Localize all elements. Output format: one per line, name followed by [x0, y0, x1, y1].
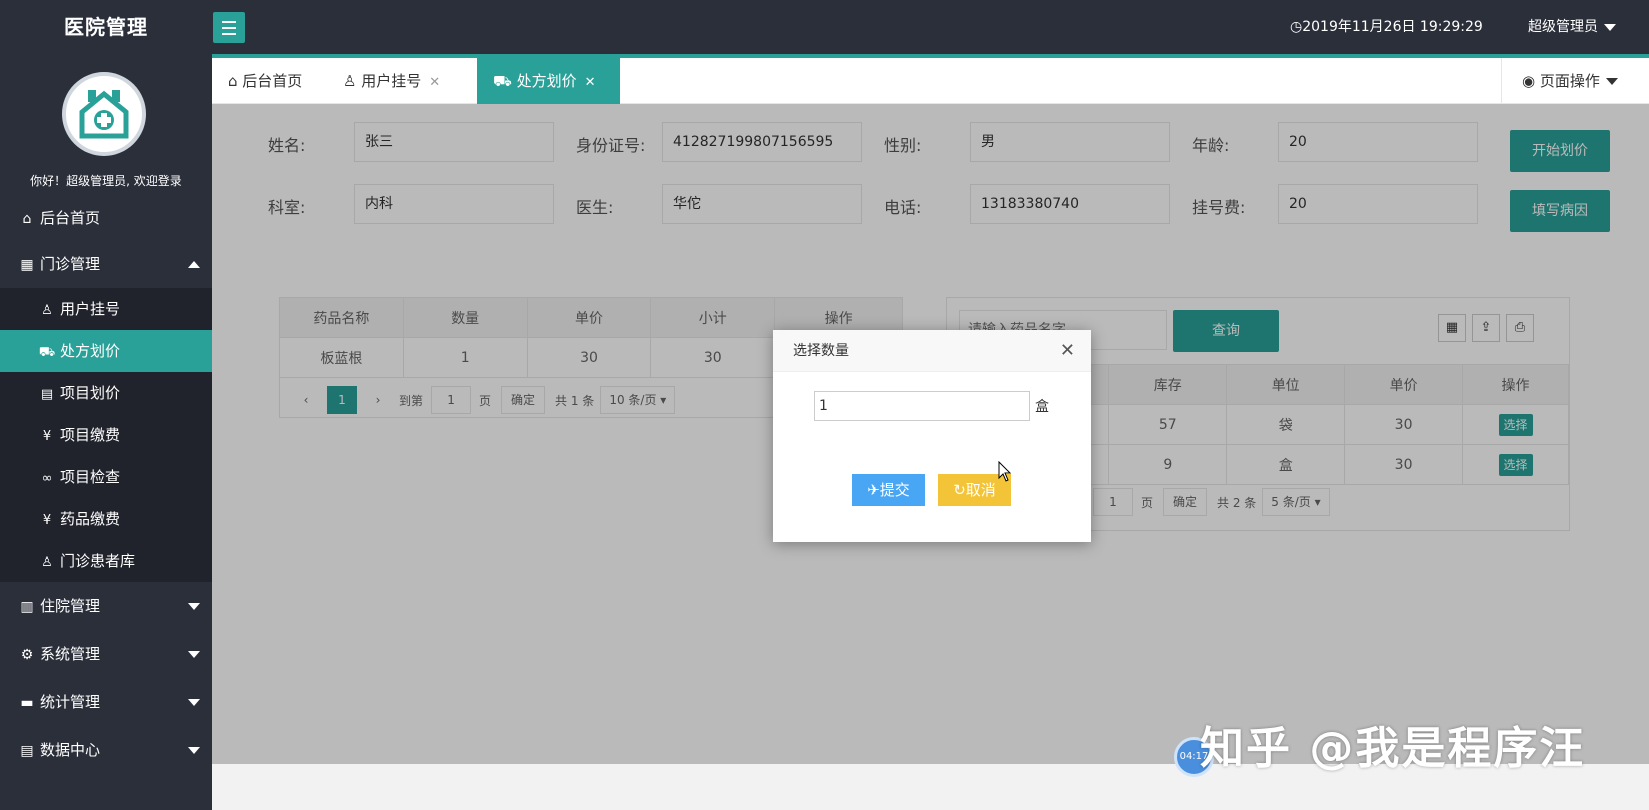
close-icon[interactable]: ✕ — [1060, 330, 1075, 372]
home-icon: ⌂ — [228, 72, 243, 90]
cart-icon: ⛟ — [493, 72, 517, 90]
sidebar-item-label: 门诊管理 — [40, 255, 101, 273]
tab-label: 处方划价 — [516, 72, 577, 90]
mouse-cursor-icon — [998, 461, 1012, 482]
sidebar-item-outpatient[interactable]: ▦ 门诊管理 — [0, 242, 212, 286]
sidebar-item-prescription-pricing[interactable]: ⛟ 处方划价 — [0, 330, 212, 372]
sidebar-item-patient-library[interactable]: ♙ 门诊患者库 — [0, 540, 212, 582]
sidebar-item-registration[interactable]: ♙ 用户挂号 — [0, 288, 212, 330]
chevron-down-icon — [1605, 78, 1618, 85]
sidebar-item-label: 统计管理 — [40, 693, 101, 711]
sidebar-item-label: 后台首页 — [40, 209, 101, 227]
sidebar-item-label: 系统管理 — [40, 645, 101, 663]
quantity-unit: 盒 — [1035, 399, 1049, 415]
grid-icon: ▦ — [20, 257, 34, 273]
sidebar-item-label: 门诊患者库 — [60, 552, 136, 570]
close-icon[interactable]: ✕ — [429, 75, 440, 90]
dialog-header: 选择数量 ✕ — [773, 330, 1091, 372]
sidebar-item-label: 处方划价 — [60, 342, 121, 360]
app-logo: 医院管理 — [64, 15, 148, 39]
document-icon: ▤ — [20, 743, 34, 759]
tab-label: 后台首页 — [242, 72, 303, 90]
welcome-text: 你好！超级管理员, 欢迎登录 — [30, 174, 182, 188]
sidebar-item-label: 项目缴费 — [60, 426, 121, 444]
user-icon: ♙ — [41, 303, 53, 318]
sidebar-item-label: 项目划价 — [60, 384, 121, 402]
person-icon: ♙ — [41, 555, 53, 570]
monitor-icon: ▬ — [20, 695, 34, 711]
sidebar-item-project-payment[interactable]: ¥ 项目缴费 — [0, 414, 212, 456]
sidebar-item-label: 项目检查 — [60, 468, 121, 486]
sidebar-item-label: 住院管理 — [40, 597, 101, 615]
chevron-down-icon — [188, 699, 200, 706]
user-menu-label: 超级管理员 — [1528, 19, 1598, 35]
watermark-text: 知乎 @我是程序汪 — [1200, 723, 1586, 774]
cancel-label: 取消 — [965, 481, 996, 499]
close-icon[interactable]: ✕ — [585, 75, 596, 90]
page-operations-menu[interactable]: ◉ 页面操作 — [1501, 58, 1649, 104]
tab-label: 用户挂号 — [361, 72, 422, 90]
radio-icon: ◉ — [1522, 72, 1540, 90]
infinity-icon: ∞ — [41, 471, 53, 486]
hospital-icon — [79, 90, 129, 139]
send-icon: ✈ — [867, 481, 880, 499]
sidebar-item-inpatient[interactable]: ▥ 住院管理 — [0, 584, 212, 628]
sidebar: 你好！超级管理员, 欢迎登录 ⌂ 后台首页 ▦ 门诊管理 ♙ 用户挂号 ⛟ 处方划价 ▤… — [0, 54, 212, 810]
sidebar-item-system[interactable]: ⚙ 系统管理 — [0, 632, 212, 676]
select-quantity-dialog: 选择数量 ✕ 1 盒 ✈提交 ↻取消 — [773, 330, 1091, 542]
chevron-up-icon — [188, 261, 200, 268]
datetime-text: 2019年11月26日 19:29:29 — [1302, 19, 1483, 35]
top-bar: 医院管理 ◷2019年11月26日 19:29:29 超级管理员 — [0, 0, 1649, 54]
sidebar-item-statistics[interactable]: ▬ 统计管理 — [0, 680, 212, 724]
sidebar-item-label: 药品缴费 — [60, 510, 121, 528]
refresh-icon: ↻ — [953, 481, 966, 499]
submit-label: 提交 — [879, 481, 910, 499]
document-icon: ▤ — [40, 387, 54, 402]
sidebar-item-label: 用户挂号 — [60, 300, 121, 318]
dialog-title: 选择数量 — [793, 343, 849, 359]
tab-registration[interactable]: ♙ 用户挂号 ✕ — [327, 58, 455, 104]
clock-icon: ◷ — [1290, 19, 1303, 35]
cart-icon: ⛟ — [38, 345, 56, 360]
clock: ◷2019年11月26日 19:29:29 — [1290, 0, 1483, 54]
sidebar-item-label: 数据中心 — [40, 741, 101, 759]
home-icon: ⌂ — [22, 211, 32, 227]
quantity-input[interactable]: 1 — [814, 391, 1030, 421]
chevron-down-icon — [1604, 23, 1616, 31]
user-menu[interactable]: 超级管理员 — [1528, 0, 1616, 54]
tab-prescription-pricing[interactable]: ⛟ 处方划价 ✕ — [477, 58, 620, 104]
building-icon: ▥ — [20, 599, 34, 615]
user-icon: ♙ — [343, 72, 362, 90]
chevron-down-icon — [188, 747, 200, 754]
chevron-down-icon — [188, 603, 200, 610]
sidebar-item-data-center[interactable]: ▤ 数据中心 — [0, 728, 212, 772]
menu-toggle-button[interactable] — [213, 12, 245, 43]
sidebar-item-drug-payment[interactable]: ¥ 药品缴费 — [0, 498, 212, 540]
sidebar-item-home[interactable]: ⌂ 后台首页 — [0, 196, 212, 240]
tab-bar: ⌂ 后台首页 ♙ 用户挂号 ✕ ⛟ 处方划价 ✕ ◉ 页面操作 — [212, 58, 1649, 104]
yen-icon: ¥ — [42, 429, 52, 444]
sidebar-item-project-pricing[interactable]: ▤ 项目划价 — [0, 372, 212, 414]
sidebar-item-project-check[interactable]: ∞ 项目检查 — [0, 456, 212, 498]
page-op-label: 页面操作 — [1539, 72, 1600, 90]
submit-button[interactable]: ✈提交 — [852, 474, 925, 506]
gear-icon: ⚙ — [20, 647, 34, 663]
yen-icon: ¥ — [42, 513, 52, 528]
chevron-down-icon — [188, 651, 200, 658]
tab-home[interactable]: ⌂ 后台首页 — [212, 58, 327, 104]
hospital-logo-avatar — [62, 72, 146, 156]
